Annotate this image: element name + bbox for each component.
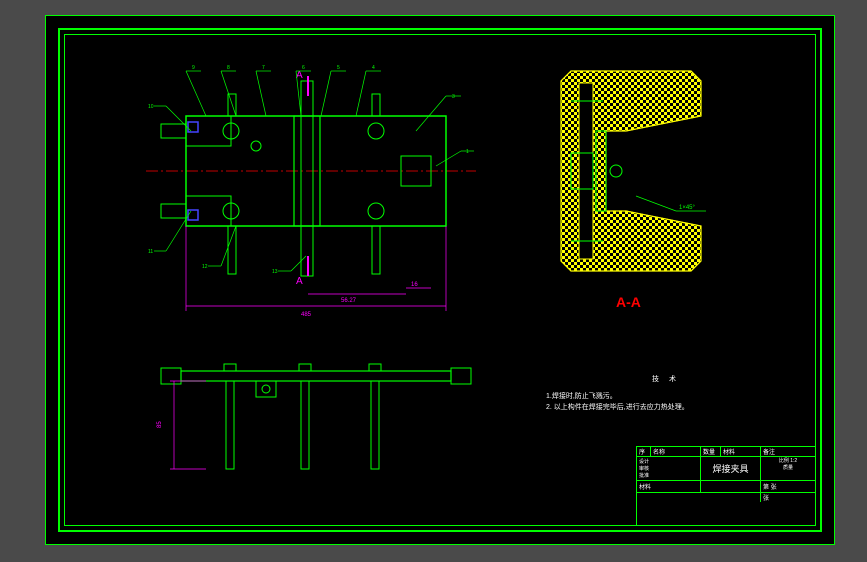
- notes-line2: 2. 以上构件在焊接完毕后,进行去应力热处理。: [546, 402, 786, 413]
- svg-text:9: 9: [192, 65, 195, 71]
- dim-side-height: 85: [157, 421, 163, 428]
- svg-text:4: 4: [372, 65, 375, 71]
- svg-text:10: 10: [148, 104, 154, 110]
- svg-text:12: 12: [202, 264, 208, 270]
- svg-text:7: 7: [262, 65, 265, 71]
- leader-balloons: 9 8 7 6 5 4 3 1 10 11 12 13: [148, 65, 469, 275]
- dim-width-total: 485: [301, 312, 312, 318]
- svg-text:13: 13: [272, 269, 278, 275]
- section-view: 1×45°: [541, 61, 731, 291]
- side-view: 85: [146, 346, 476, 486]
- svg-text:6: 6: [302, 65, 305, 71]
- svg-text:5: 5: [337, 65, 340, 71]
- svg-text:3: 3: [452, 94, 455, 100]
- cad-canvas[interactable]: A A 987 654 31 1011 1213: [45, 15, 835, 545]
- notes-line1: 1.焊接时,防止飞溅污。: [546, 391, 786, 402]
- notes-heading: 技 术: [546, 374, 786, 385]
- dim-width-right: 56.27: [341, 298, 357, 304]
- title-block: 序 名称 数量 材料 备注 设计 审核 批准 焊接夹具 比例 1:2 质量 材料: [636, 446, 816, 526]
- section-mark-bottom: A: [296, 276, 303, 287]
- notes-block: 技 术 1.焊接时,防止飞溅污。 2. 以上构件在焊接完毕后,进行去应力热处理。: [546, 374, 786, 414]
- svg-text:1: 1: [466, 149, 469, 155]
- top-view: A A 987 654 31 1011 1213: [146, 56, 476, 326]
- section-label: A-A: [616, 294, 641, 310]
- svg-text:8: 8: [227, 65, 230, 71]
- svg-text:11: 11: [148, 249, 153, 255]
- dim-small: 16: [411, 282, 418, 288]
- weld-callout: 1×45°: [679, 205, 696, 211]
